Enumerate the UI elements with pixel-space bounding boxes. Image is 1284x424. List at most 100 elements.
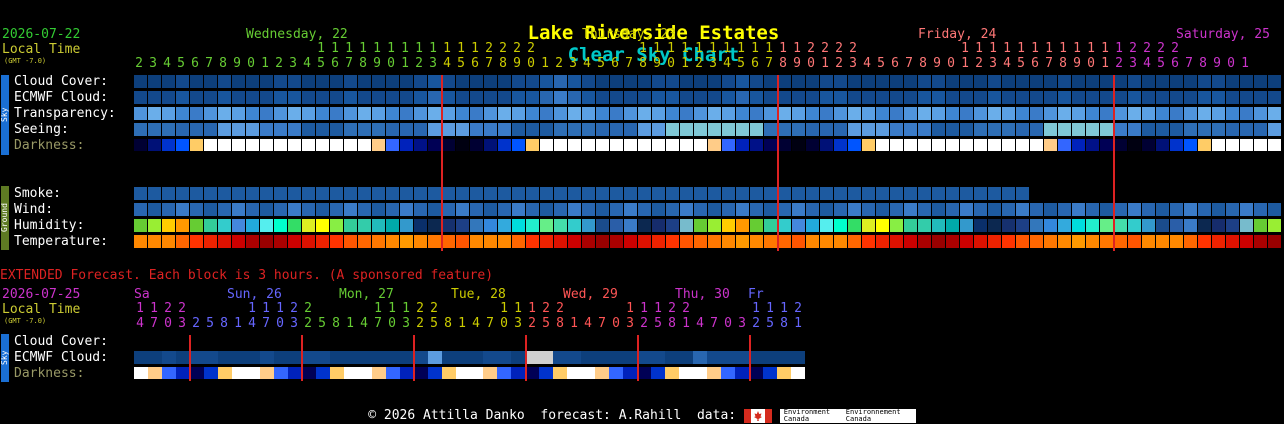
seeing-cell[interactable] bbox=[1170, 123, 1183, 136]
ext-darkness-cell[interactable] bbox=[372, 367, 386, 379]
smoke-cell[interactable] bbox=[834, 187, 847, 200]
transparency-cell[interactable] bbox=[1268, 107, 1281, 120]
transparency-cell[interactable] bbox=[764, 107, 777, 120]
ecmwf-cloud-cell[interactable] bbox=[960, 91, 973, 104]
ecmwf-cloud-cell[interactable] bbox=[918, 91, 931, 104]
temperature-cell[interactable] bbox=[1212, 235, 1225, 248]
darkness-cell[interactable] bbox=[862, 139, 875, 151]
humidity-cell[interactable] bbox=[666, 219, 679, 232]
ecmwf-cloud-cell[interactable] bbox=[904, 91, 917, 104]
wind-cell[interactable] bbox=[806, 203, 819, 216]
smoke-cell[interactable] bbox=[484, 187, 497, 200]
ext-ecmwf-cloud-cell[interactable] bbox=[456, 351, 470, 364]
seeing-cell[interactable] bbox=[722, 123, 735, 136]
smoke-cell[interactable] bbox=[330, 187, 343, 200]
transparency-cell[interactable] bbox=[246, 107, 259, 120]
seeing-cell[interactable] bbox=[176, 123, 189, 136]
seeing-cell[interactable] bbox=[456, 123, 469, 136]
darkness-cell[interactable] bbox=[386, 139, 399, 151]
humidity-cell[interactable] bbox=[358, 219, 371, 232]
cloud-cover-cell[interactable] bbox=[148, 75, 161, 88]
darkness-cell[interactable] bbox=[1240, 139, 1253, 151]
ecmwf-cloud-cell[interactable] bbox=[1226, 91, 1239, 104]
darkness-cell[interactable] bbox=[1072, 139, 1085, 151]
cloud-cover-cell[interactable] bbox=[246, 75, 259, 88]
darkness-cell[interactable] bbox=[344, 139, 357, 151]
transparency-cell[interactable] bbox=[1240, 107, 1253, 120]
temperature-cell[interactable] bbox=[316, 235, 329, 248]
humidity-cell[interactable] bbox=[876, 219, 889, 232]
smoke-cell[interactable] bbox=[400, 187, 413, 200]
seeing-cell[interactable] bbox=[1114, 123, 1127, 136]
seeing-cell[interactable] bbox=[1044, 123, 1057, 136]
wind-cell[interactable] bbox=[862, 203, 875, 216]
seeing-cell[interactable] bbox=[638, 123, 651, 136]
transparency-cell[interactable] bbox=[568, 107, 581, 120]
seeing-cell[interactable] bbox=[862, 123, 875, 136]
cloud-cover-cell[interactable] bbox=[1114, 75, 1127, 88]
temperature-cell[interactable] bbox=[736, 235, 749, 248]
temperature-cell[interactable] bbox=[666, 235, 679, 248]
humidity-cell[interactable] bbox=[1044, 219, 1057, 232]
cloud-cover-cell[interactable] bbox=[162, 75, 175, 88]
temperature-cell[interactable] bbox=[442, 235, 455, 248]
ecmwf-cloud-cell[interactable] bbox=[890, 91, 903, 104]
ext-darkness-cell[interactable] bbox=[553, 367, 567, 379]
cloud-cover-cell[interactable] bbox=[848, 75, 861, 88]
smoke-cell[interactable] bbox=[414, 187, 427, 200]
ecmwf-cloud-cell[interactable] bbox=[1086, 91, 1099, 104]
ext-darkness-cell[interactable] bbox=[749, 367, 763, 379]
temperature-cell[interactable] bbox=[890, 235, 903, 248]
temperature-cell[interactable] bbox=[610, 235, 623, 248]
ext-darkness-cell[interactable] bbox=[148, 367, 162, 379]
ecmwf-cloud-cell[interactable] bbox=[988, 91, 1001, 104]
ext-ecmwf-cloud-cell[interactable] bbox=[721, 351, 735, 364]
smoke-cell[interactable] bbox=[820, 187, 833, 200]
wind-cell[interactable] bbox=[792, 203, 805, 216]
seeing-cell[interactable] bbox=[624, 123, 637, 136]
darkness-cell[interactable] bbox=[890, 139, 903, 151]
temperature-cell[interactable] bbox=[134, 235, 147, 248]
darkness-cell[interactable] bbox=[666, 139, 679, 151]
darkness-cell[interactable] bbox=[554, 139, 567, 151]
ext-row-label-darkness[interactable]: Darkness: bbox=[14, 366, 84, 381]
seeing-cell[interactable] bbox=[1198, 123, 1211, 136]
ecmwf-cloud-cell[interactable] bbox=[358, 91, 371, 104]
ext-darkness-cell[interactable] bbox=[176, 367, 190, 379]
darkness-cell[interactable] bbox=[414, 139, 427, 151]
humidity-cell[interactable] bbox=[526, 219, 539, 232]
transparency-cell[interactable] bbox=[498, 107, 511, 120]
ext-darkness-cell[interactable] bbox=[777, 367, 791, 379]
temperature-cell[interactable] bbox=[1142, 235, 1155, 248]
temperature-cell[interactable] bbox=[806, 235, 819, 248]
cloud-cover-cell[interactable] bbox=[1240, 75, 1253, 88]
ecmwf-cloud-cell[interactable] bbox=[456, 91, 469, 104]
humidity-cell[interactable] bbox=[302, 219, 315, 232]
ext-darkness-cell[interactable] bbox=[330, 367, 344, 379]
ecmwf-cloud-cell[interactable] bbox=[1170, 91, 1183, 104]
ecmwf-cloud-cell[interactable] bbox=[428, 91, 441, 104]
ext-ecmwf-cloud-cell[interactable] bbox=[330, 351, 344, 364]
ecmwf-cloud-cell[interactable] bbox=[442, 91, 455, 104]
humidity-cell[interactable] bbox=[162, 219, 175, 232]
wind-cell[interactable] bbox=[442, 203, 455, 216]
cloud-cover-cell[interactable] bbox=[1086, 75, 1099, 88]
ecmwf-cloud-cell[interactable] bbox=[554, 91, 567, 104]
ext-darkness-cell[interactable] bbox=[316, 367, 330, 379]
ecmwf-cloud-cell[interactable] bbox=[694, 91, 707, 104]
temperature-cell[interactable] bbox=[792, 235, 805, 248]
smoke-cell[interactable] bbox=[218, 187, 231, 200]
transparency-cell[interactable] bbox=[624, 107, 637, 120]
row-label-humidity[interactable]: Humidity: bbox=[14, 218, 84, 233]
ext-ecmwf-cloud-cell[interactable] bbox=[665, 351, 679, 364]
ext-ecmwf-cloud-cell[interactable] bbox=[358, 351, 372, 364]
transparency-cell[interactable] bbox=[316, 107, 329, 120]
temperature-cell[interactable] bbox=[400, 235, 413, 248]
ext-ecmwf-cloud-cell[interactable] bbox=[372, 351, 386, 364]
smoke-cell[interactable] bbox=[666, 187, 679, 200]
temperature-cell[interactable] bbox=[652, 235, 665, 248]
humidity-cell[interactable] bbox=[1198, 219, 1211, 232]
transparency-cell[interactable] bbox=[680, 107, 693, 120]
ext-row-label-ecmwf-cloud[interactable]: ECMWF Cloud: bbox=[14, 350, 108, 365]
humidity-cell[interactable] bbox=[540, 219, 553, 232]
